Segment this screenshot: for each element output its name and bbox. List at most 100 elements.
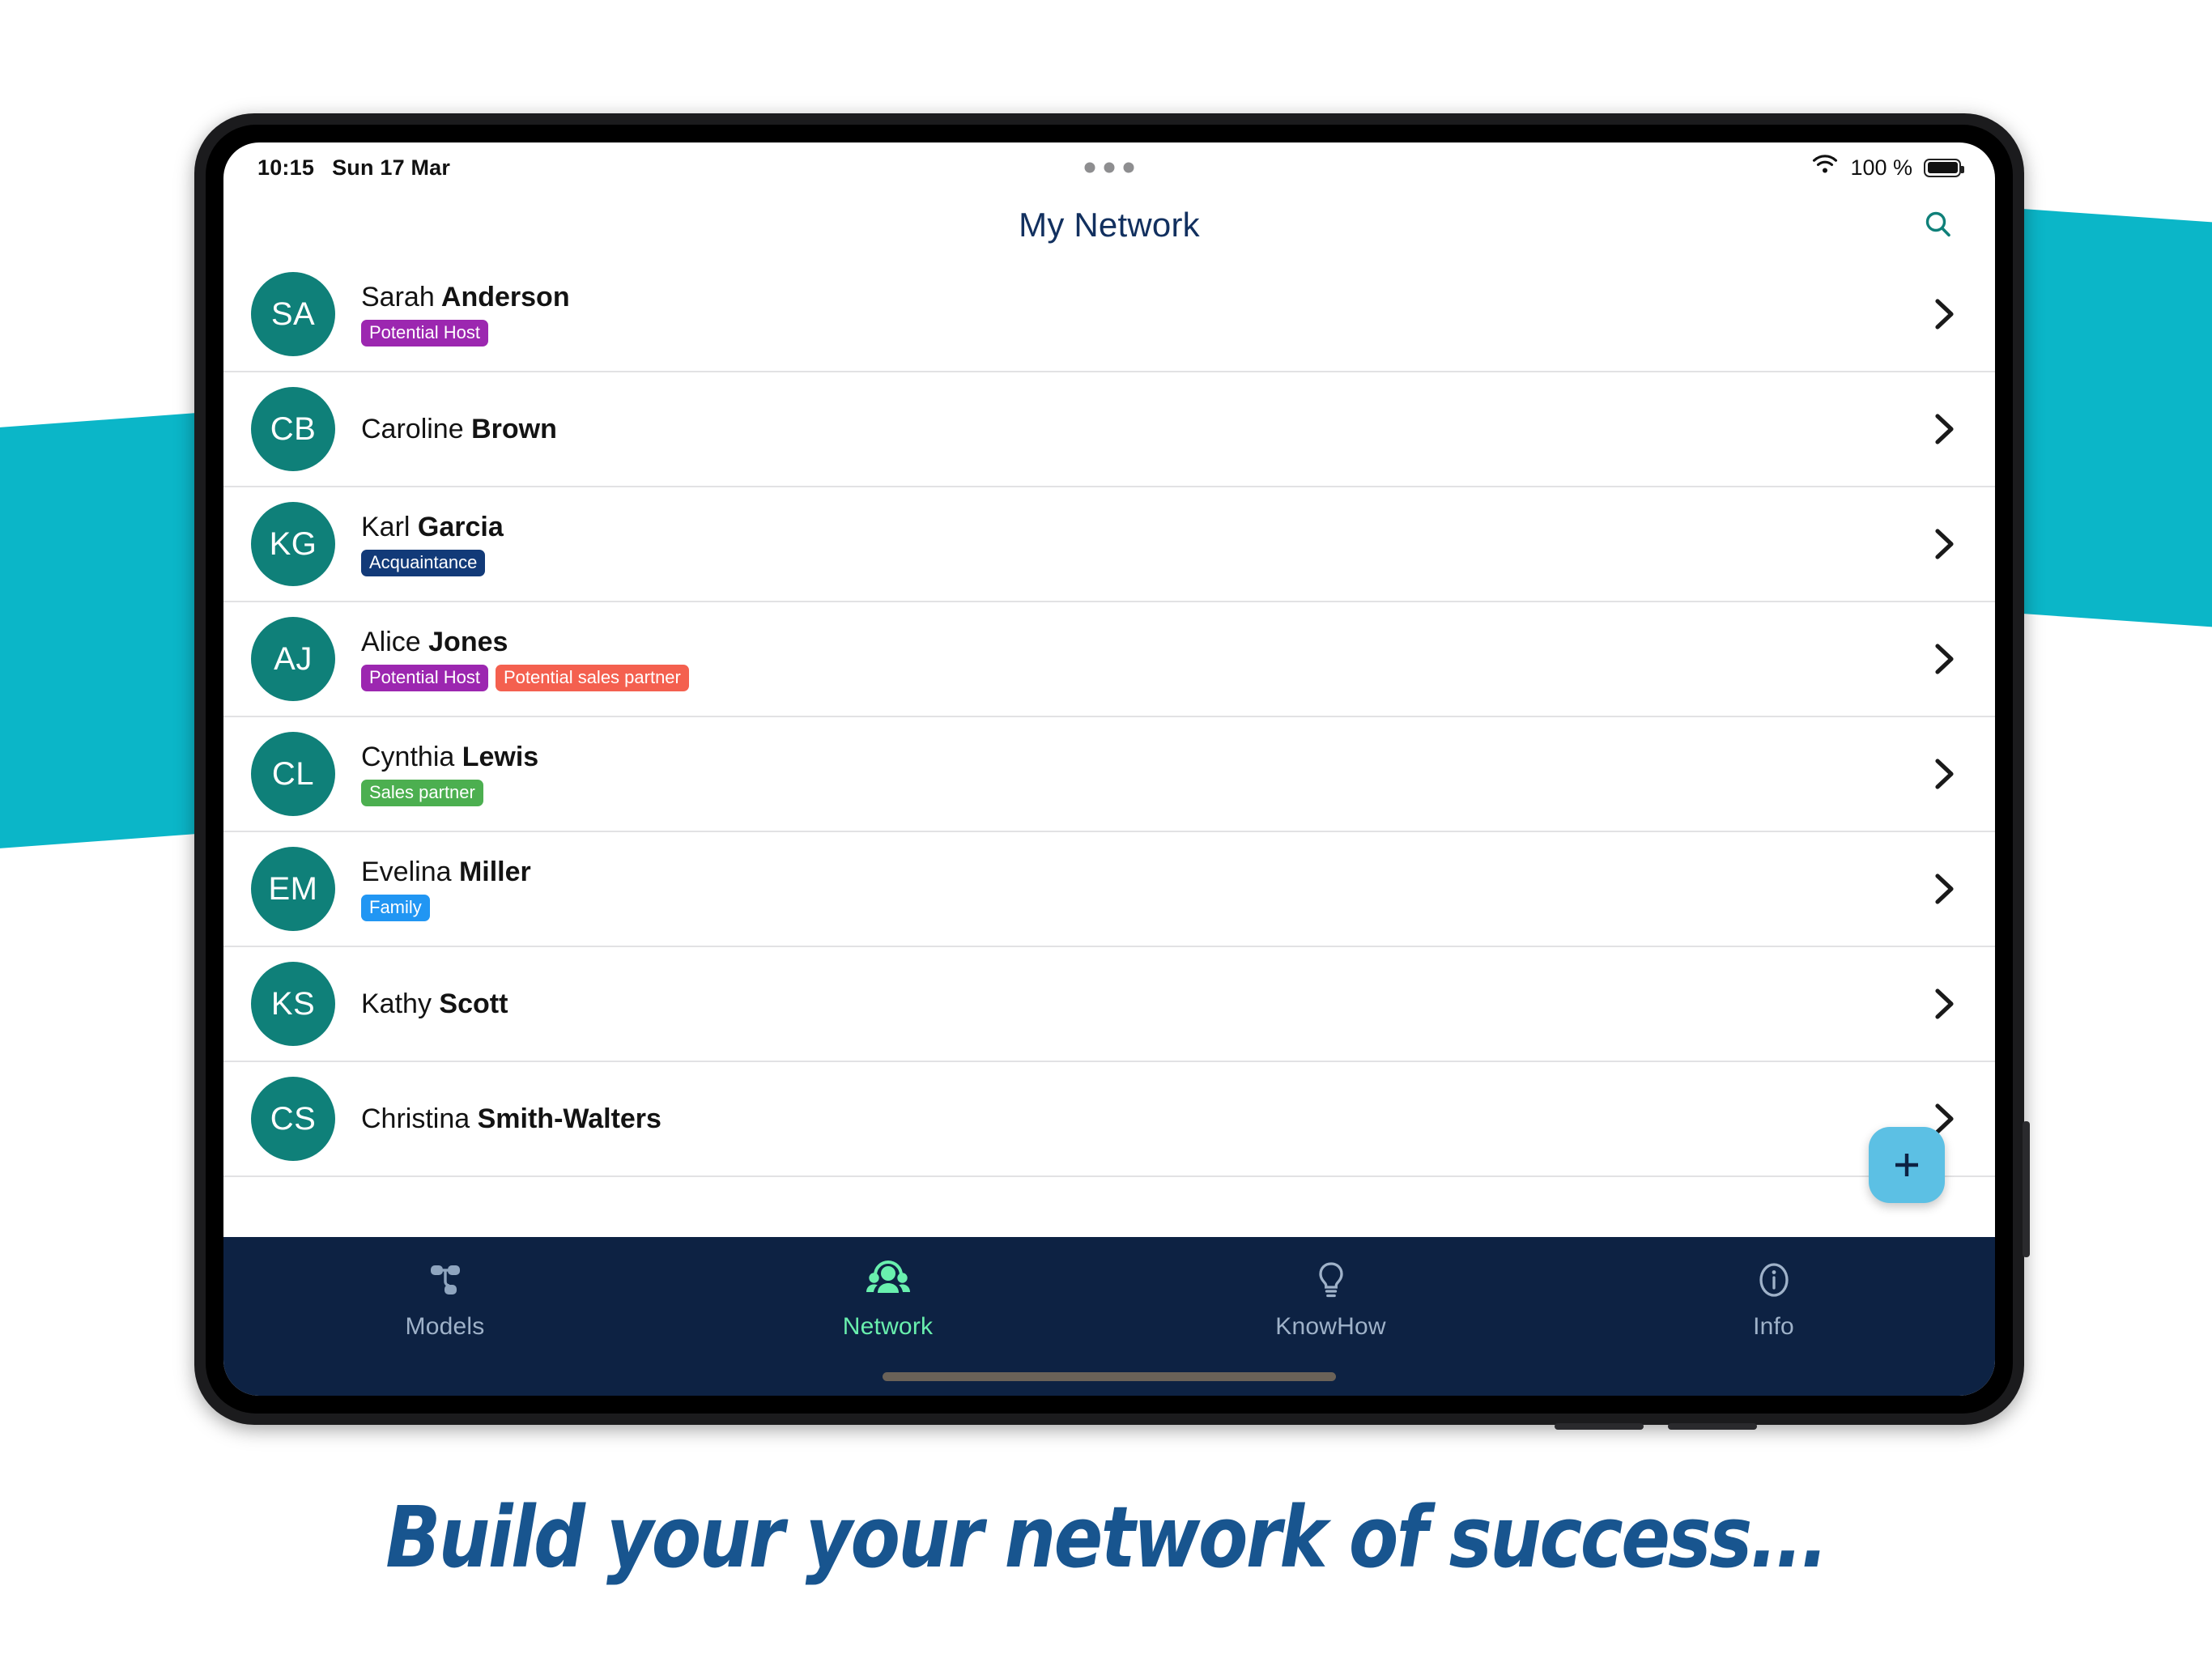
contact-tags: Family [361,895,1912,921]
contact-first-name: Karl [361,512,410,543]
tab-label-network: Network [842,1313,934,1340]
contact-info: Caroline Brown [335,414,1912,445]
contact-name: Cynthia Lewis [361,742,1912,773]
tablet-screen: 10:15 Sun 17 Mar 100 % My Network SA Sar… [223,142,1995,1396]
contact-name: Caroline Brown [361,414,1912,445]
avatar: AJ [251,617,335,701]
contact-name: Evelina Miller [361,857,1912,888]
contact-info: Alice Jones Potential Host Potential sales… [335,627,1912,691]
contact-info: Sarah Anderson Potential Host [335,282,1912,346]
avatar: CB [251,387,335,471]
contact-info: Evelina Miller Family [335,857,1912,921]
chevron-right-icon[interactable] [1929,981,1961,1027]
chevron-right-icon[interactable] [1929,406,1961,452]
device-bezel: 10:15 Sun 17 Mar 100 % My Network SA Sar… [206,125,2013,1414]
tab-knowhow[interactable]: KnowHow [1109,1255,1552,1341]
contact-last-name: Brown [463,413,557,444]
app-header: My Network [223,193,1995,257]
status-badge: Acquaintance [361,550,486,576]
status-time: 10:15 [257,155,315,180]
contact-row[interactable]: AJ Alice Jones Potential Host Potential sal… [223,602,1995,717]
power-button[interactable] [2023,1121,2030,1257]
chevron-right-icon[interactable] [1929,866,1961,912]
tab-info[interactable]: Info [1552,1255,1995,1341]
contact-tags: Acquaintance [361,550,1912,576]
contact-row[interactable]: CB Caroline Brown [223,372,1995,487]
contact-row[interactable]: SA Sarah Anderson Potential Host [223,257,1995,372]
people-group-icon [864,1255,912,1305]
battery-full-icon [1924,158,1964,177]
contact-tags: Potential Host [361,320,1912,346]
avatar: EM [251,847,335,931]
status-badge: Family [361,895,430,921]
contact-name: Sarah Anderson [361,282,1912,313]
contact-last-name: Jones [420,627,508,658]
contact-row[interactable]: KG Karl Garcia Acquaintance [223,487,1995,602]
contact-last-name: Miller [451,857,531,888]
contact-row[interactable]: CL Cynthia Lewis Sales partner [223,717,1995,832]
avatar: KG [251,502,335,586]
status-badge: Sales partner [361,780,483,806]
plus-icon [1895,1154,1918,1176]
lightbulb-icon [1308,1255,1354,1305]
chevron-right-icon[interactable] [1929,521,1961,567]
contact-last-name: Anderson [434,282,570,313]
contact-last-name: Scott [431,988,508,1019]
tab-label-models: Models [405,1313,485,1340]
add-contact-button[interactable] [1869,1127,1945,1203]
battery-percent: 100 % [1850,155,1912,180]
hierarchy-icon [423,1255,468,1305]
contact-tags: Potential Host Potential sales partner [361,665,1912,691]
contact-first-name: Alice [361,627,421,658]
contact-name: Karl Garcia [361,512,1912,543]
tab-models[interactable]: Models [223,1255,666,1341]
tab-label-knowhow: KnowHow [1275,1313,1386,1340]
contact-first-name: Caroline [361,413,464,444]
contact-first-name: Kathy [361,988,432,1019]
chevron-right-icon[interactable] [1929,291,1961,337]
contact-info: Karl Garcia Acquaintance [335,512,1912,576]
info-circle-icon [1751,1255,1797,1305]
home-indicator[interactable] [883,1372,1336,1381]
contact-last-name: Lewis [454,742,539,773]
status-bar: 10:15 Sun 17 Mar 100 % [223,142,1995,193]
contact-first-name: Sarah [361,282,435,313]
bottom-tab-bar: Models Network KnowHow Info [223,1237,1995,1396]
contact-name: Christina Smith-Walters [361,1103,1912,1135]
contact-first-name: Cynthia [361,742,455,773]
tab-network[interactable]: Network [666,1255,1109,1341]
status-badge: Potential Host [361,665,488,691]
wifi-icon [1811,154,1839,181]
tab-label-info: Info [1753,1313,1794,1340]
avatar: CL [251,732,335,816]
tablet-device: 10:15 Sun 17 Mar 100 % My Network SA Sar… [194,113,2030,1430]
avatar: SA [251,272,335,356]
contact-name: Alice Jones [361,627,1912,658]
status-badge: Potential Host [361,320,488,346]
chevron-right-icon[interactable] [1929,751,1961,797]
search-icon[interactable] [1919,206,1958,244]
status-badge: Potential sales partner [495,665,689,691]
contact-row[interactable]: CS Christina Smith-Walters [223,1062,1995,1177]
contacts-list[interactable]: SA Sarah Anderson Potential Host CB Caroline… [223,257,1995,1237]
contact-row[interactable]: KS Kathy Scott [223,947,1995,1062]
volume-up-button[interactable] [1555,1423,1644,1430]
volume-down-button[interactable] [1668,1423,1757,1430]
status-date: Sun 17 Mar [332,155,451,180]
multitask-dots-icon[interactable] [1084,162,1134,173]
contact-name: Kathy Scott [361,988,1912,1020]
contact-first-name: Evelina [361,857,452,888]
contact-info: Christina Smith-Walters [335,1103,1912,1135]
chevron-right-icon[interactable] [1929,636,1961,682]
contact-first-name: Christina [361,1103,470,1134]
contact-tags: Sales partner [361,780,1912,806]
contact-last-name: Smith-Walters [470,1103,661,1134]
avatar: CS [251,1077,335,1161]
status-left: 10:15 Sun 17 Mar [257,155,450,181]
page-title: My Network [1019,206,1200,244]
contact-info: Kathy Scott [335,988,1912,1020]
contact-row[interactable]: EM Evelina Miller Family [223,832,1995,947]
status-right: 100 % [1811,154,1964,181]
marketing-tagline: Build your your network of success... [385,1488,1828,1587]
avatar: KS [251,962,335,1046]
